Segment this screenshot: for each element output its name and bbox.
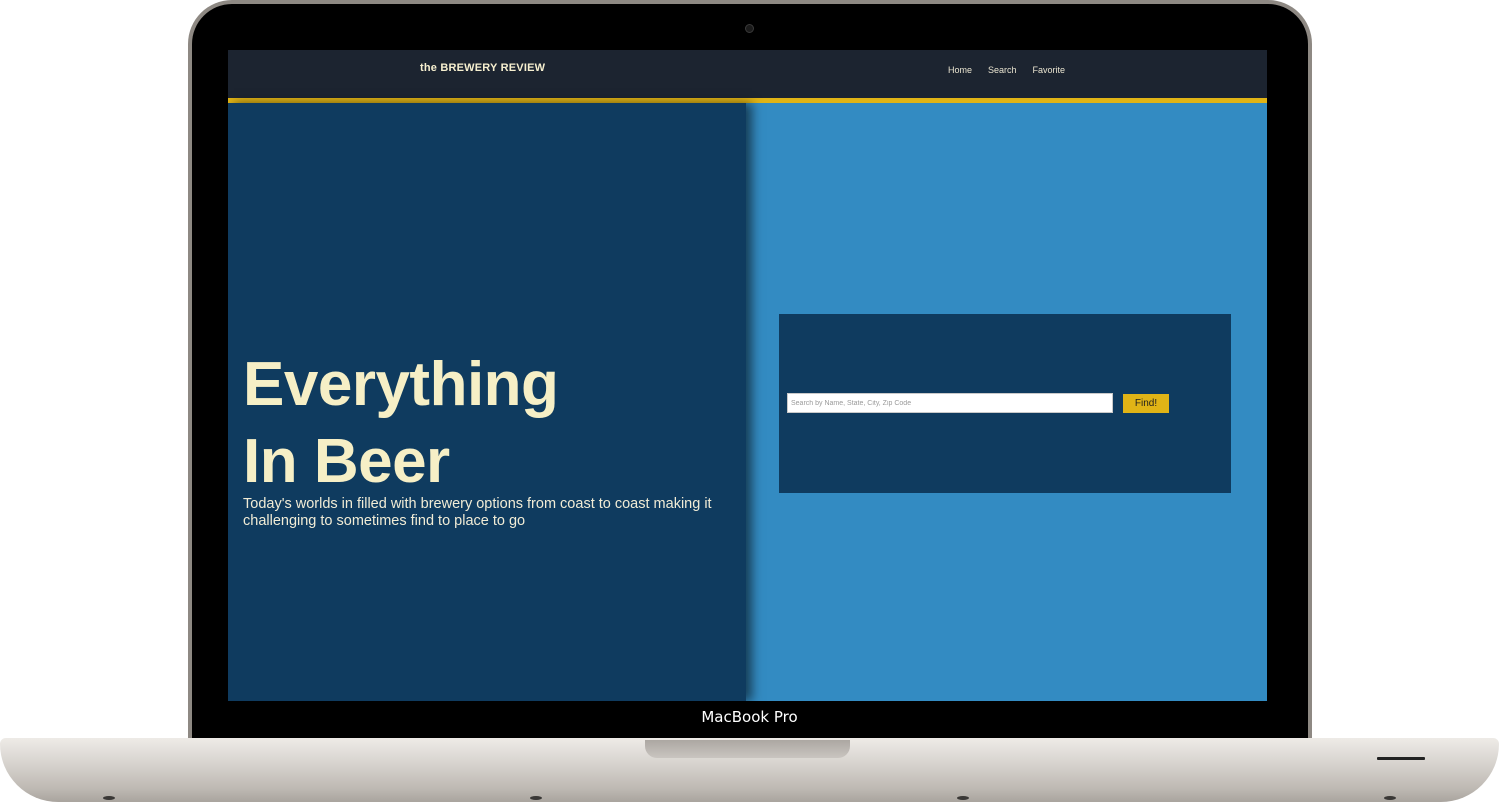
hero-title-line2: In Beer [243, 427, 450, 496]
laptop-foot [1384, 796, 1396, 800]
find-button[interactable]: Find! [1123, 394, 1169, 413]
search-panel: Find! [779, 314, 1231, 493]
top-navbar: the BREWERY REVIEW Home Search Favorite [228, 50, 1267, 98]
side-slot [1377, 757, 1425, 760]
laptop-foot [103, 796, 115, 800]
hero-title: Everything In Beer [243, 346, 559, 500]
laptop-mockup: the BREWERY REVIEW Home Search Favorite … [0, 0, 1499, 802]
lid-opening-notch [645, 740, 850, 758]
nav-link-search[interactable]: Search [988, 65, 1017, 75]
nav-menu: Home Search Favorite [948, 65, 1065, 75]
hero-panel: Everything In Beer Today's worlds in fill… [228, 103, 746, 701]
nav-link-favorite[interactable]: Favorite [1033, 65, 1066, 75]
laptop-foot [957, 796, 969, 800]
hero-title-line1: Everything [243, 350, 559, 419]
laptop-foot [530, 796, 542, 800]
search-input[interactable] [787, 393, 1113, 413]
device-label: MacBook Pro [701, 708, 798, 726]
hero-description: Today's worlds in filled with brewery op… [243, 496, 712, 529]
nav-link-home[interactable]: Home [948, 65, 972, 75]
browser-viewport: the BREWERY REVIEW Home Search Favorite … [228, 50, 1267, 701]
webcam-icon [745, 24, 754, 33]
brand-logo[interactable]: the BREWERY REVIEW [420, 62, 545, 74]
